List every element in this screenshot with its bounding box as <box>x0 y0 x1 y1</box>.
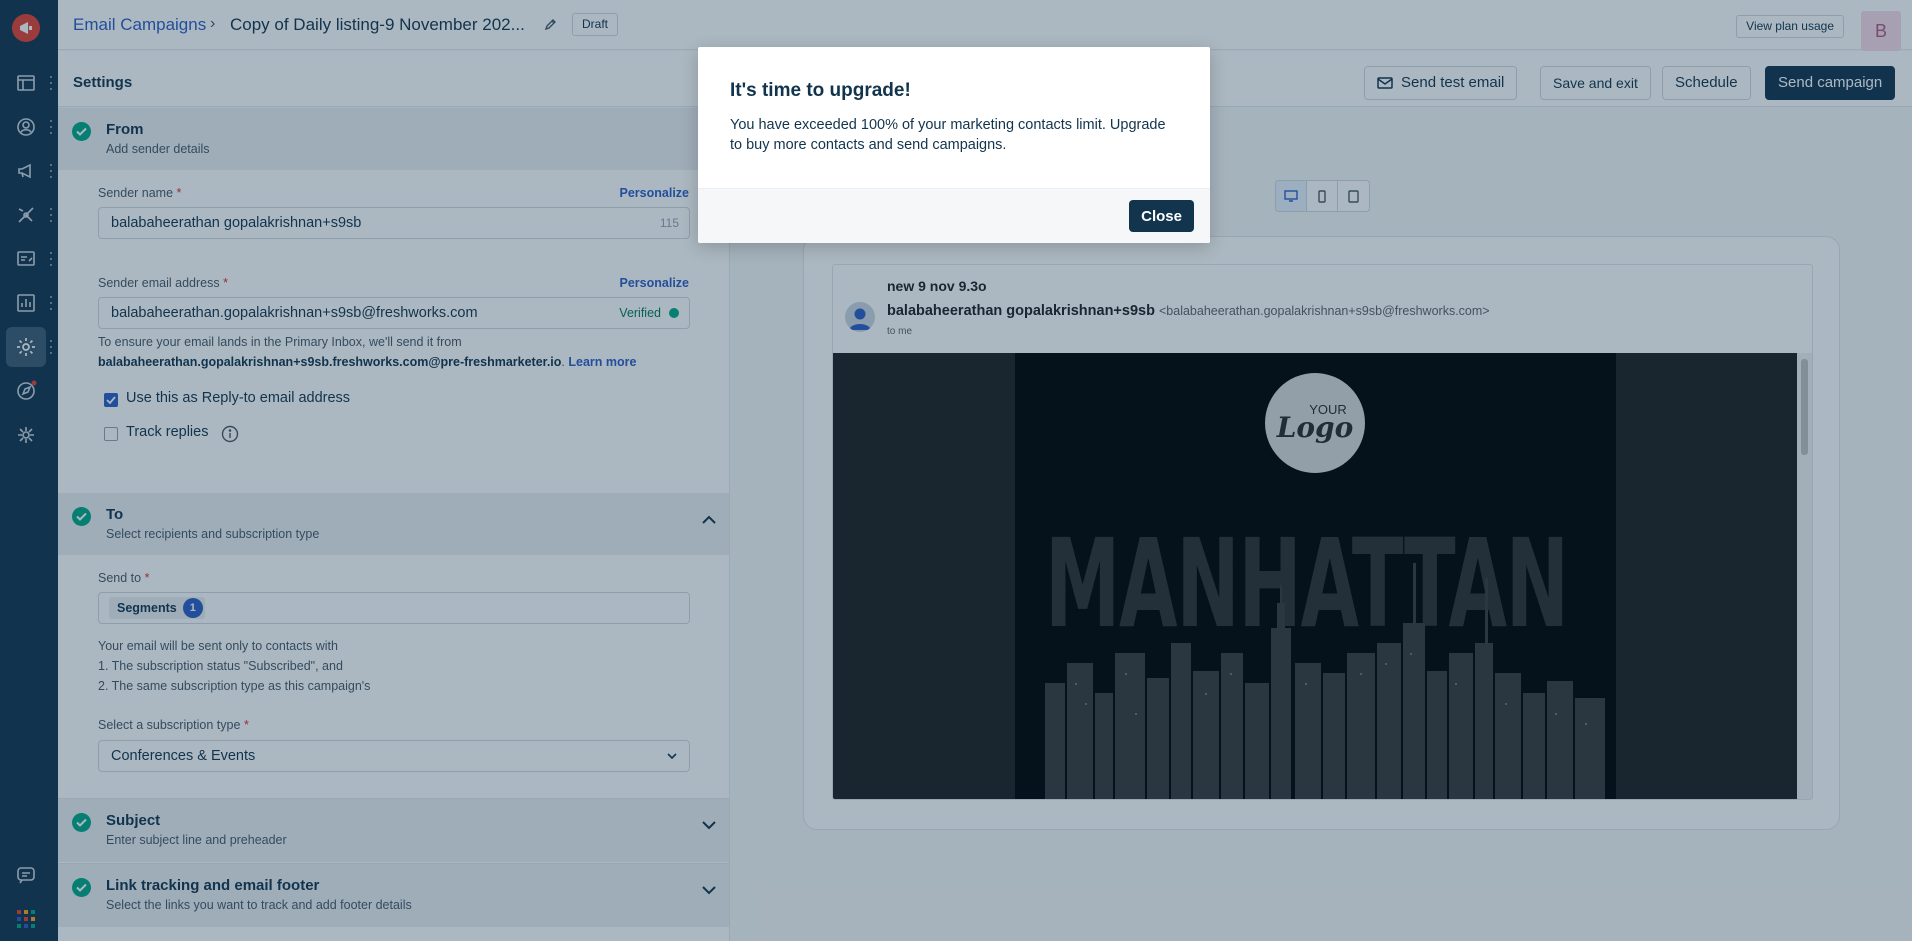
modal-footer: Close <box>698 188 1210 243</box>
upgrade-modal: It's time to upgrade! You have exceeded … <box>698 47 1210 243</box>
modal-body: You have exceeded 100% of your marketing… <box>730 117 1166 153</box>
close-button[interactable]: Close <box>1129 200 1194 232</box>
modal-title: It's time to upgrade! <box>730 80 911 101</box>
